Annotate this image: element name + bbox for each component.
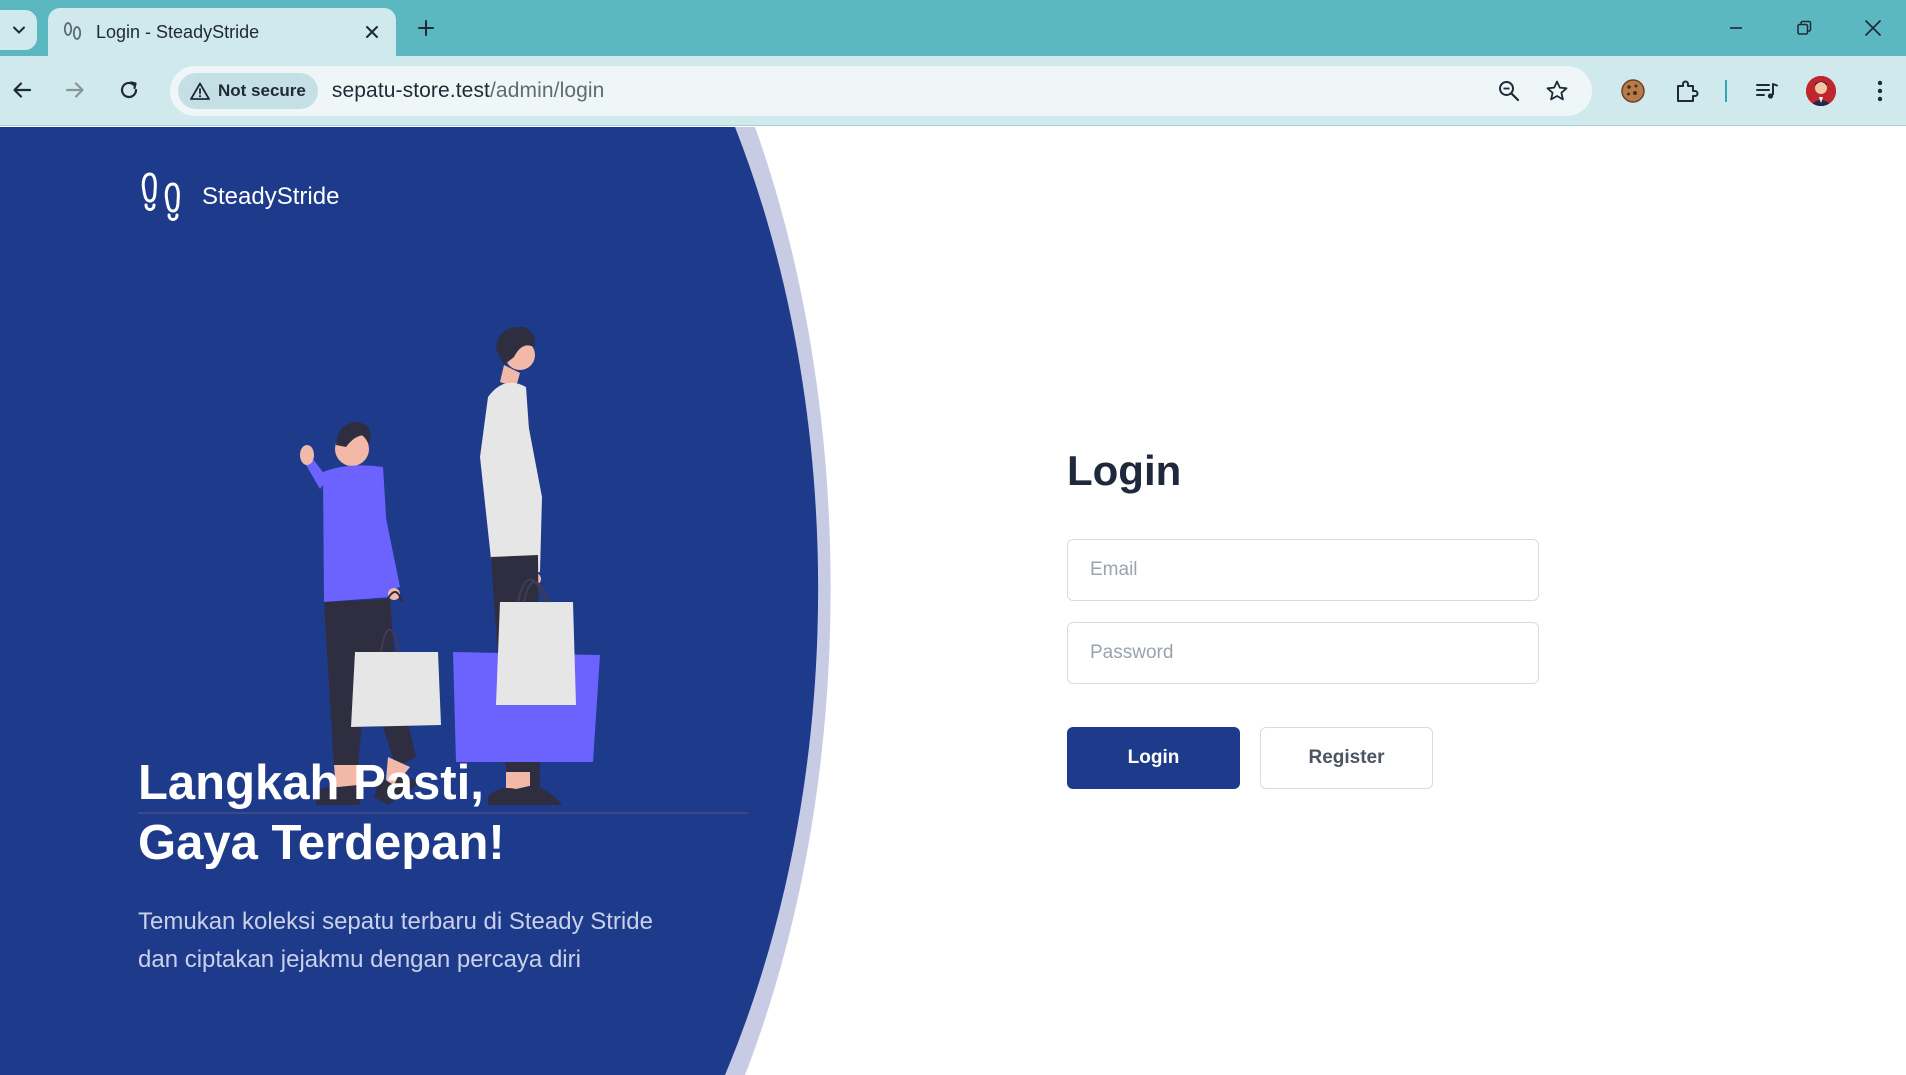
window-close-button[interactable] bbox=[1849, 8, 1897, 48]
shopping-people-illustration bbox=[138, 326, 748, 814]
hero-subtitle-line1: Temukan koleksi sepatu terbaru di Steady… bbox=[138, 908, 653, 935]
browser-toolbar: Not secure sepatu-store.test/admin/login bbox=[0, 56, 1906, 126]
footprint-favicon-icon bbox=[63, 22, 82, 40]
close-icon bbox=[366, 26, 378, 38]
password-field[interactable] bbox=[1067, 622, 1539, 684]
media-control-button[interactable] bbox=[1749, 73, 1785, 109]
minimize-button[interactable] bbox=[1712, 8, 1760, 48]
login-page: SteadyStride Langkah Pasti, Gaya Terdepa… bbox=[0, 127, 1906, 1075]
email-field[interactable] bbox=[1067, 539, 1539, 601]
address-bar[interactable]: Not secure sepatu-store.test/admin/login bbox=[170, 66, 1592, 116]
brand-name: SteadyStride bbox=[202, 183, 340, 210]
brand-logo: SteadyStride bbox=[138, 171, 339, 223]
media-icon bbox=[1756, 83, 1778, 99]
url-host: sepatu-store.test bbox=[331, 79, 490, 102]
kebab-menu-icon bbox=[1877, 80, 1883, 102]
new-tab-button[interactable] bbox=[410, 12, 442, 44]
cookie-icon bbox=[1621, 79, 1645, 103]
footprint-logo-icon bbox=[141, 172, 180, 221]
security-label: Not secure bbox=[218, 81, 306, 100]
login-heading: Login bbox=[1067, 447, 1182, 494]
extensions-button[interactable] bbox=[1669, 73, 1705, 109]
back-arrow-icon bbox=[13, 82, 32, 98]
hero-title: Langkah Pasti, Gaya Terdepan! bbox=[138, 753, 738, 873]
woman-figure bbox=[300, 422, 441, 805]
tab-close-button[interactable] bbox=[360, 20, 384, 44]
man-figure bbox=[453, 326, 600, 805]
profile-avatar-icon bbox=[1806, 76, 1836, 106]
url-text[interactable]: sepatu-store.test/admin/login bbox=[332, 79, 605, 103]
browser-menu-button[interactable] bbox=[1862, 73, 1898, 109]
forward-arrow-icon bbox=[65, 82, 84, 98]
reload-button[interactable] bbox=[109, 70, 149, 110]
window-close-icon bbox=[1865, 20, 1881, 36]
zoom-icon bbox=[1499, 81, 1520, 102]
hero-title-line1: Langkah Pasti, bbox=[138, 756, 484, 810]
reload-icon bbox=[120, 81, 138, 99]
back-button[interactable] bbox=[2, 70, 42, 110]
hero-subtitle-line2: dan ciptakan jejakmu dengan percaya diri bbox=[138, 946, 581, 973]
forward-button[interactable] bbox=[55, 70, 95, 110]
plus-icon bbox=[418, 20, 434, 36]
browser-tab-active[interactable]: Login - SteadyStride bbox=[48, 8, 396, 56]
restore-icon bbox=[1797, 20, 1812, 35]
site-security-chip[interactable]: Not secure bbox=[178, 73, 318, 109]
minimize-icon bbox=[1730, 27, 1742, 29]
url-path: /admin/login bbox=[490, 79, 605, 102]
zoom-button[interactable] bbox=[1495, 77, 1523, 105]
restore-button[interactable] bbox=[1780, 8, 1828, 48]
bookmark-button[interactable] bbox=[1543, 77, 1571, 105]
tab-title: Login - SteadyStride bbox=[96, 21, 260, 42]
tab-search-button[interactable] bbox=[0, 10, 37, 50]
hero-subtitle: Temukan koleksi sepatu terbaru di Steady… bbox=[138, 903, 758, 979]
browser-tabstrip: Login - SteadyStride bbox=[0, 0, 1906, 56]
login-button[interactable]: Login bbox=[1067, 727, 1240, 789]
star-icon bbox=[1546, 80, 1568, 101]
register-button[interactable]: Register bbox=[1260, 727, 1433, 789]
warning-icon bbox=[190, 82, 210, 100]
hero-title-line2: Gaya Terdepan! bbox=[138, 816, 505, 870]
profile-avatar[interactable] bbox=[1806, 76, 1836, 106]
chevron-down-icon bbox=[12, 26, 25, 34]
toolbar-separator bbox=[1725, 80, 1727, 102]
cookie-extension-button[interactable] bbox=[1615, 73, 1651, 109]
puzzle-icon bbox=[1677, 80, 1699, 102]
